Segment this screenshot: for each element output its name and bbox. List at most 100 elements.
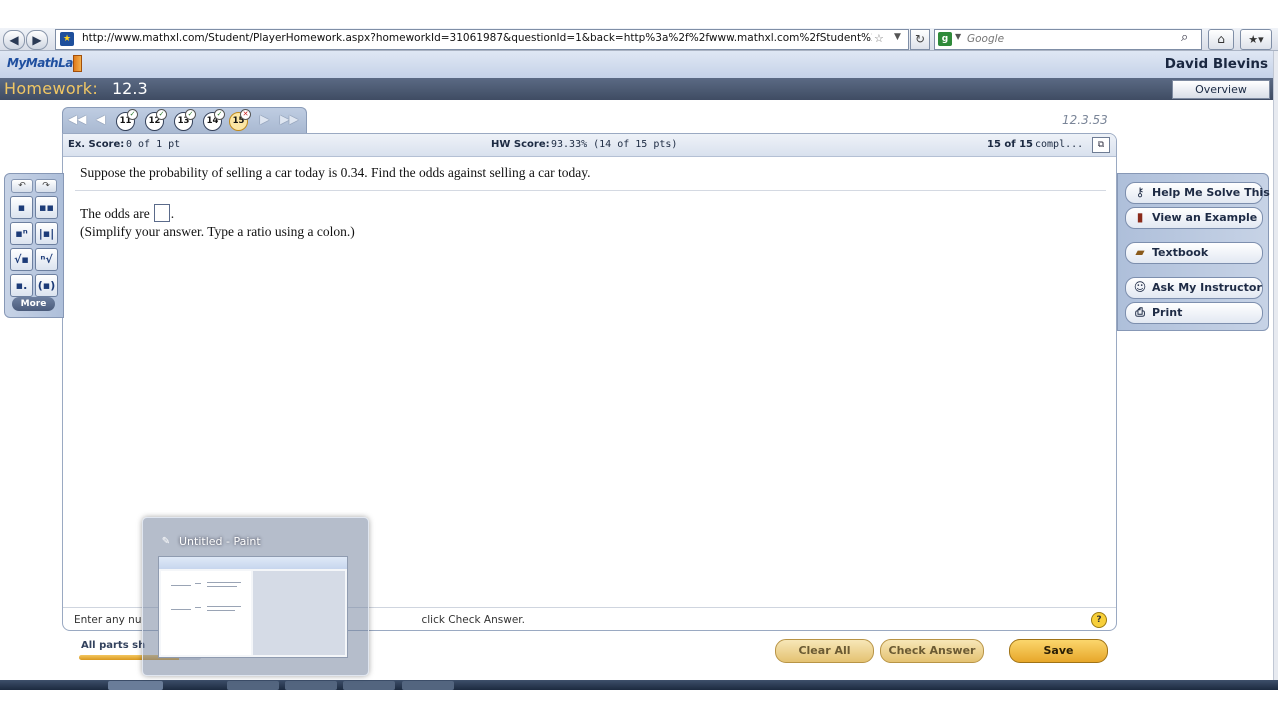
question-15-button[interactable]: 15 ✕ — [229, 109, 251, 131]
preview-toolbar — [159, 557, 347, 569]
search-box[interactable]: g ▼ ⌕ — [934, 29, 1202, 50]
os-taskbar — [0, 680, 1278, 690]
url-text[interactable]: http://www.mathxl.com/Student/PlayerHome… — [82, 32, 872, 44]
answer-input-box[interactable] — [153, 204, 170, 222]
nth-root-icon[interactable]: ⁿ√ — [35, 248, 58, 271]
tool-label: Ask My Instructor — [1152, 281, 1262, 294]
tool-label: Print — [1152, 306, 1183, 319]
hw-score-label: HW Score: — [491, 139, 550, 150]
search-engine-icon[interactable]: g — [938, 32, 952, 46]
last-question-icon[interactable]: ▶▶ — [280, 112, 298, 126]
math-palette: ↶ ↷ ▪ ▪▪ ▪ⁿ |▪| √▪ ⁿ√ ▪. (▪) More — [4, 173, 64, 318]
question-12-button[interactable]: 12 ✓ — [145, 109, 167, 131]
homework-bar: Homework: 12.3 Overview — [0, 78, 1278, 100]
search-input[interactable] — [967, 31, 1177, 47]
question-divider — [75, 190, 1106, 191]
textbook-icon: ▰ — [1135, 245, 1145, 259]
view-an-example-button[interactable]: ▮ View an Example — [1125, 207, 1263, 229]
preview-workspace — [253, 571, 345, 655]
tool-label: View an Example — [1152, 211, 1258, 224]
question-11-button[interactable]: 11 ✓ — [116, 109, 138, 131]
taskbar-thumbnail-popup[interactable]: ✎ Untitled - Paint — [142, 517, 369, 676]
tool-label: Textbook — [1152, 246, 1209, 259]
homework-number: 12.3 — [112, 79, 148, 98]
check-answer-button[interactable]: Check Answer — [880, 639, 984, 663]
answer-prefix: The odds are — [80, 206, 150, 221]
bookmarks-menu-icon[interactable]: ★▾ — [1240, 29, 1272, 50]
ex-score-value: 0 of 1 pt — [126, 139, 181, 150]
next-question-icon[interactable]: ▶ — [260, 112, 269, 126]
browser-toolbar: ◀ ▶ ★ http://www.mathxl.com/Student/Play… — [0, 28, 1278, 51]
tool-label: Help Me Solve This — [1152, 186, 1270, 199]
url-dropdown-icon[interactable]: ▼ — [894, 32, 901, 42]
question-13-button[interactable]: 13 ✓ — [174, 109, 196, 131]
ex-score-label: Ex. Score: — [68, 139, 125, 150]
thumbnail-preview[interactable] — [158, 556, 348, 658]
learning-tools-panel: ⚷ Help Me Solve This ▮ View an Example ▰… — [1117, 173, 1270, 331]
reload-icon[interactable]: ↻ — [910, 29, 930, 50]
print-button[interactable]: ⎙ Print — [1125, 302, 1263, 324]
back-arrow-icon[interactable]: ◀ — [3, 30, 25, 50]
answer-line: The odds are. — [80, 204, 174, 222]
undo-icon[interactable]: ↶ — [11, 179, 33, 193]
taskbar-button[interactable] — [402, 681, 454, 690]
interval-icon[interactable]: (▪) — [35, 274, 58, 297]
home-icon[interactable]: ⌂ — [1208, 29, 1234, 50]
printer-icon: ⎙ — [1135, 305, 1145, 319]
taskbar-button[interactable] — [285, 681, 337, 690]
logo-book-icon — [73, 55, 82, 72]
square-root-icon[interactable]: √▪ — [10, 248, 33, 271]
textbook-button[interactable]: ▰ Textbook — [1125, 242, 1263, 264]
taskbar-button[interactable] — [108, 681, 163, 690]
status-text-start: Enter any nu — [74, 614, 142, 626]
homework-label: Homework: — [4, 79, 99, 98]
question-14-button[interactable]: 14 ✓ — [203, 109, 225, 131]
exponent-icon[interactable]: ▪ⁿ — [10, 222, 33, 245]
ask-my-instructor-button[interactable]: ☺ Ask My Instructor — [1125, 277, 1263, 299]
save-button[interactable]: Save — [1009, 639, 1108, 663]
overview-button[interactable]: Overview — [1172, 80, 1270, 99]
example-book-icon: ▮ — [1136, 210, 1144, 224]
absolute-value-icon[interactable]: |▪| — [35, 222, 58, 245]
correct-check-icon: ✓ — [156, 109, 167, 120]
instructor-icon: ☺ — [1133, 280, 1147, 294]
subscript-icon[interactable]: ▪. — [10, 274, 33, 297]
redo-icon[interactable]: ↷ — [35, 179, 57, 193]
forward-arrow-icon[interactable]: ▶ — [26, 30, 48, 50]
taskbar-button[interactable] — [343, 681, 395, 690]
preview-canvas — [161, 571, 251, 655]
search-engine-dropdown-icon[interactable]: ▼ — [955, 32, 961, 41]
page-scrollbar[interactable] — [1273, 51, 1278, 680]
question-navigator: ◀◀ ◀ 11 ✓ 12 ✓ 13 ✓ 14 ✓ 15 ✕ ▶ ▶▶ — [62, 107, 307, 134]
correct-check-icon: ✓ — [127, 109, 138, 120]
user-name: David Blevins — [1164, 56, 1268, 72]
help-me-solve-this-button[interactable]: ⚷ Help Me Solve This — [1125, 182, 1270, 204]
mymathlab-logo: MyMathLab — [7, 56, 81, 70]
key-icon: ⚷ — [1135, 185, 1145, 199]
fraction-icon[interactable]: ▪ — [10, 196, 33, 219]
answer-suffix: . — [170, 206, 175, 221]
mixed-number-icon[interactable]: ▪▪ — [35, 196, 58, 219]
magnifier-icon[interactable]: ⌕ — [1181, 30, 1188, 45]
address-bar[interactable]: ★ http://www.mathxl.com/Student/PlayerHo… — [55, 29, 909, 50]
browser-top-strip — [0, 0, 1278, 28]
site-header: MyMathLab David Blevins — [0, 51, 1278, 79]
correct-check-icon: ✓ — [185, 109, 196, 120]
previous-question-icon[interactable]: ◀ — [96, 112, 105, 126]
popout-icon[interactable]: ⧉ — [1092, 137, 1110, 153]
answer-instruction: (Simplify your answer. Type a ratio usin… — [80, 224, 355, 239]
more-tools-button[interactable]: More — [12, 297, 55, 311]
clear-all-button[interactable]: Clear All — [775, 639, 874, 663]
thumbnail-title: Untitled - Paint — [179, 535, 261, 548]
all-parts-label: All parts sh — [81, 640, 146, 651]
correct-check-icon: ✓ — [214, 109, 225, 120]
hw-score-value: 93.33% (14 of 15 pts) — [551, 139, 678, 150]
incorrect-x-icon: ✕ — [240, 109, 251, 120]
question-text: Suppose the probability of selling a car… — [80, 165, 591, 180]
paint-app-icon: ✎ — [161, 536, 171, 547]
help-question-icon[interactable]: ? — [1091, 612, 1107, 628]
first-question-icon[interactable]: ◀◀ — [68, 112, 86, 126]
bookmark-star-icon[interactable]: ☆ — [874, 32, 884, 45]
taskbar-button[interactable] — [227, 681, 279, 690]
progress-status: compl... — [1035, 139, 1084, 150]
